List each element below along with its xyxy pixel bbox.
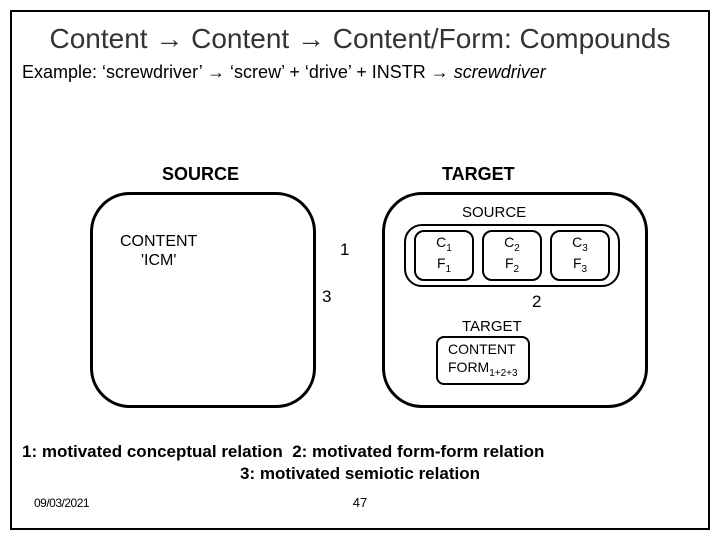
annotation-2: 2 xyxy=(532,292,541,312)
c2-sub: 2 xyxy=(514,243,520,254)
c2: C xyxy=(504,234,514,250)
example-prefix: Example: xyxy=(22,62,102,82)
content-form-box: CONTENT FORM1+2+3 xyxy=(436,336,530,385)
legend-1a: 1: motivated conceptual relation xyxy=(22,442,283,461)
content-icm-label: CONTENT 'ICM' xyxy=(120,232,197,270)
f3-sub: 3 xyxy=(582,264,588,275)
inner-target-label: TARGET xyxy=(462,318,522,335)
legend-block: 1: motivated conceptual relation 2: moti… xyxy=(22,442,698,484)
f3: F xyxy=(573,255,582,271)
f2: F xyxy=(505,255,514,271)
f2-sub: 2 xyxy=(514,264,520,275)
source-heading: SOURCE xyxy=(162,164,239,185)
footer-page-number: 47 xyxy=(353,495,367,510)
example-line: Example: ‘screwdriver’ → ‘screw’ + ‘driv… xyxy=(12,56,708,83)
content-form-sub: 1+2+3 xyxy=(489,367,517,378)
c1: C xyxy=(436,234,446,250)
cf-box-3: C3 F3 xyxy=(550,230,610,281)
content-line2: 'ICM' xyxy=(141,252,176,269)
content-form-l2: FORM xyxy=(448,359,489,375)
f1: F xyxy=(437,255,446,271)
inner-source-label: SOURCE xyxy=(462,204,526,221)
cf-box-1: C1 F1 xyxy=(414,230,474,281)
target-heading: TARGET xyxy=(442,164,515,185)
cf-group: C1 F1 C2 F2 C3 F3 xyxy=(404,224,620,287)
slide-title: Content → Content → Content/Form: Compou… xyxy=(12,12,708,56)
annotation-1: 1 xyxy=(340,240,349,260)
c1-sub: 1 xyxy=(446,243,452,254)
source-panel xyxy=(90,192,316,408)
c3: C xyxy=(572,234,582,250)
legend-1b: 2: motivated form-form relation xyxy=(292,442,544,461)
example-body: ‘screwdriver’ → ‘screw’ + ‘drive’ + INST… xyxy=(102,62,454,82)
annotation-3: 3 xyxy=(322,287,331,307)
c3-sub: 3 xyxy=(582,243,588,254)
example-result: screwdriver xyxy=(454,62,546,82)
content-form-l1: CONTENT xyxy=(448,341,516,357)
cf-box-2: C2 F2 xyxy=(482,230,542,281)
footer-date: 09/03/2021 xyxy=(34,496,89,510)
legend-2: 3: motivated semiotic relation xyxy=(22,464,698,484)
f1-sub: 1 xyxy=(446,264,452,275)
slide-frame: Content → Content → Content/Form: Compou… xyxy=(10,10,710,530)
content-line1: CONTENT xyxy=(120,233,197,250)
